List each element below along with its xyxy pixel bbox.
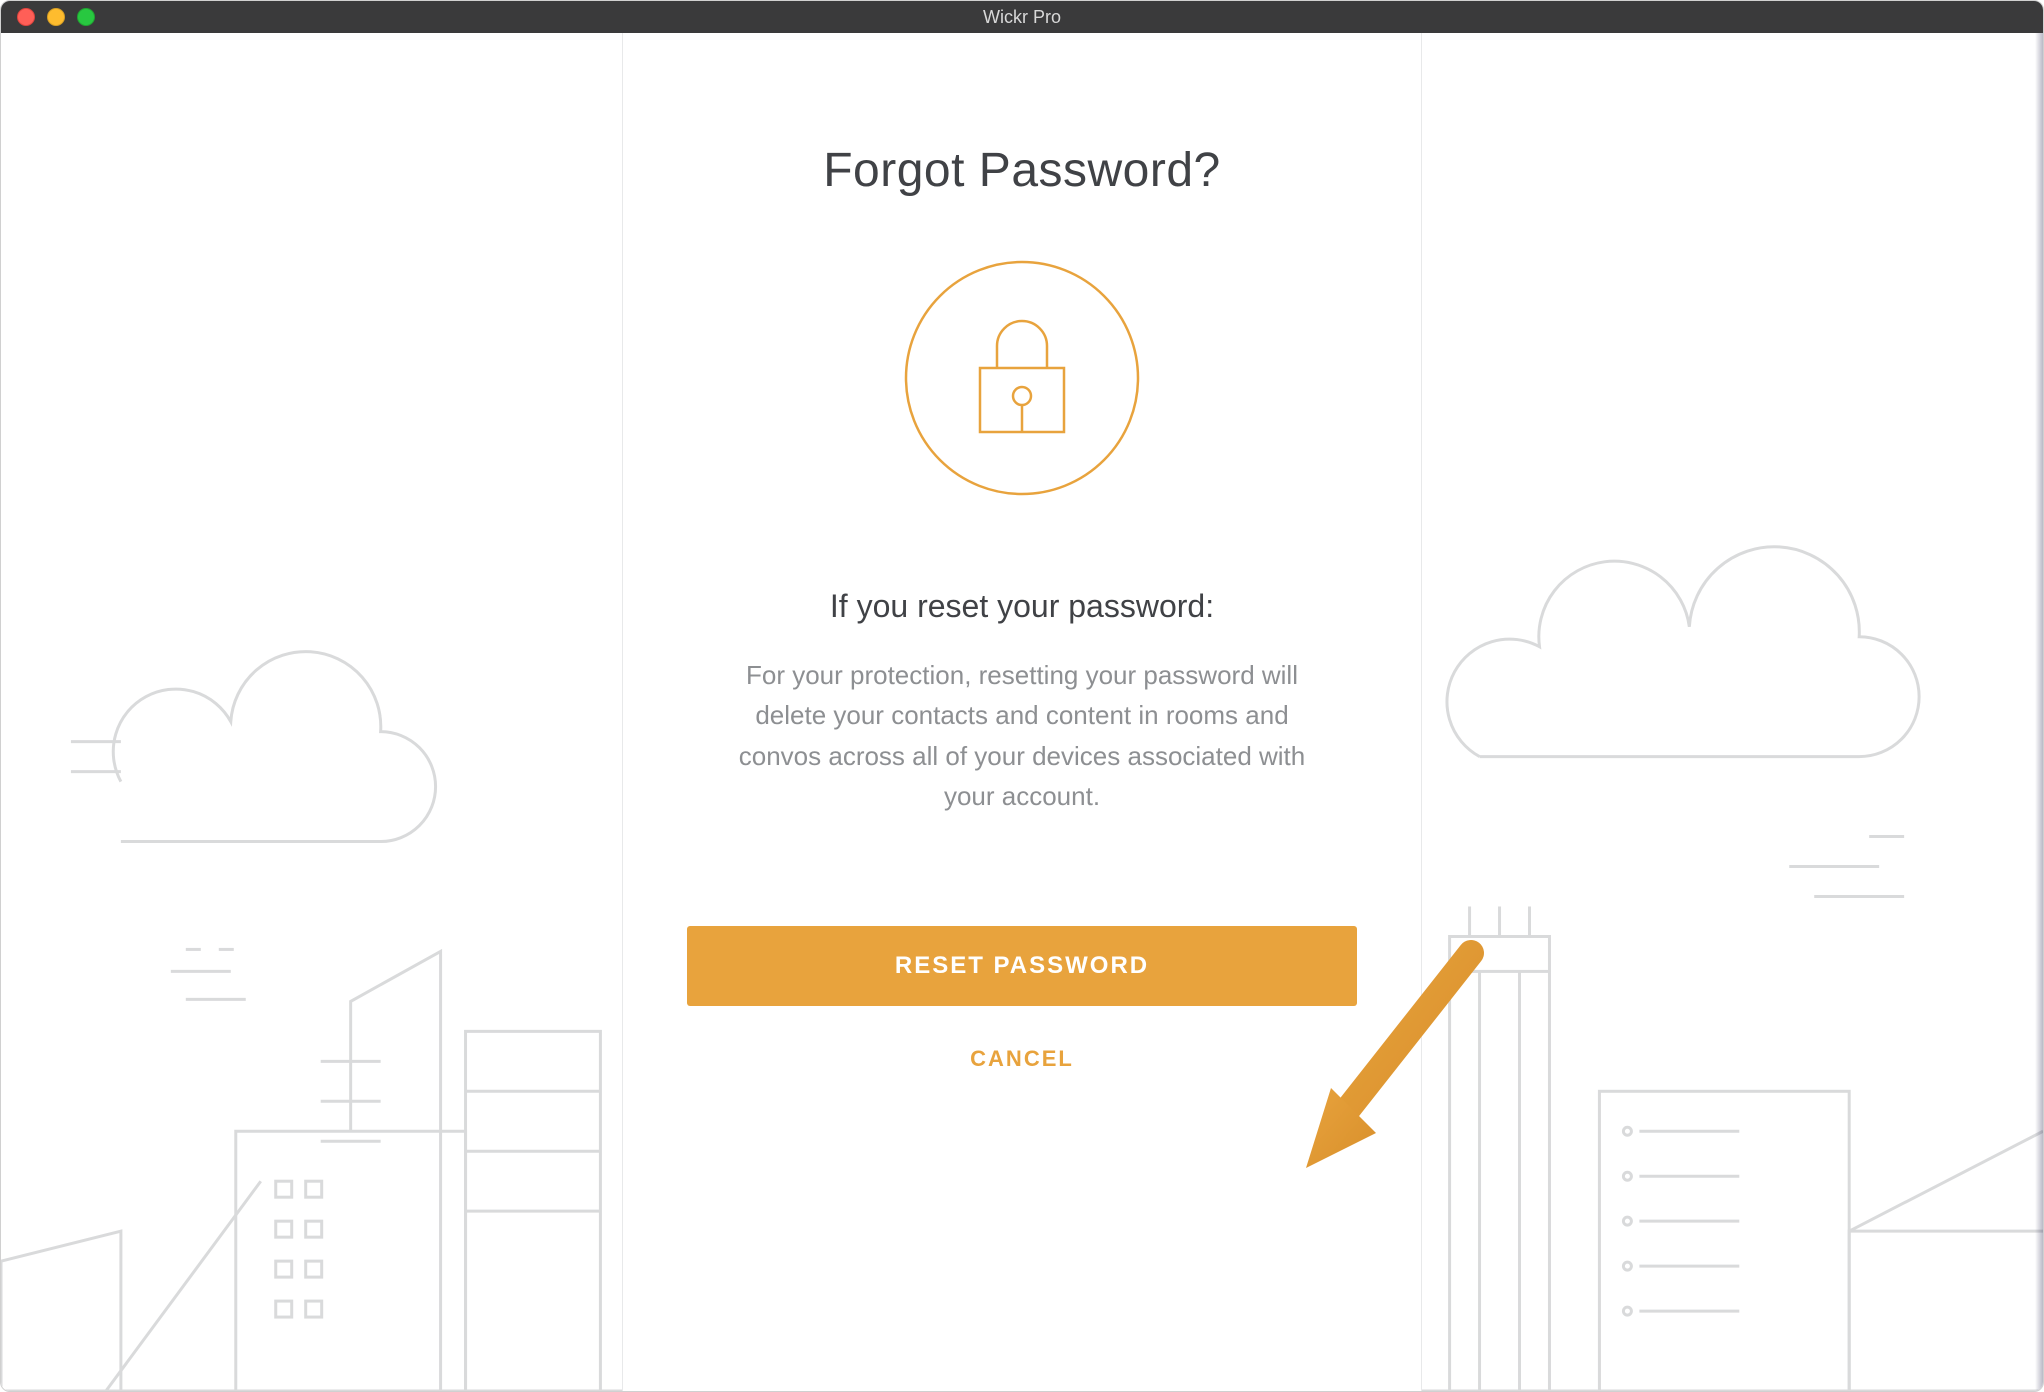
cancel-button[interactable]: CANCEL	[970, 1046, 1074, 1072]
zoom-window-button[interactable]	[77, 8, 95, 26]
forgot-password-panel: Forgot Password? If you reset your passw…	[622, 33, 1422, 1391]
dialog-heading: Forgot Password?	[823, 143, 1221, 198]
reset-password-button[interactable]: RESET PASSWORD	[687, 926, 1357, 1006]
close-window-button[interactable]	[17, 8, 35, 26]
dialog-subheading: If you reset your password:	[830, 588, 1214, 625]
lock-icon	[902, 258, 1142, 498]
right-window-edge	[2035, 33, 2043, 1391]
content-area: Forgot Password? If you reset your passw…	[1, 33, 2043, 1391]
titlebar: Wickr Pro	[1, 1, 2043, 33]
window-title: Wickr Pro	[983, 7, 1061, 28]
minimize-window-button[interactable]	[47, 8, 65, 26]
app-window: Wickr Pro	[0, 0, 2044, 1392]
window-controls	[1, 8, 95, 26]
dialog-body-text: For your protection, resetting your pass…	[722, 655, 1322, 816]
